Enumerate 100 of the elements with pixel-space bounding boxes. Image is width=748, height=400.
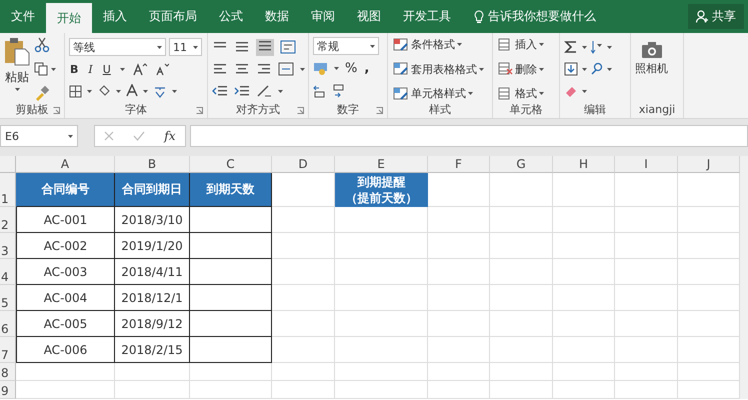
- style-menu-button[interactable]: 套用表格格式: [392, 62, 485, 76]
- align-bottom-icon[interactable]: [256, 38, 274, 52]
- grid-cell[interactable]: [190, 259, 272, 285]
- font-size-dropdown[interactable]: 11: [169, 38, 202, 56]
- decrease-indent-icon[interactable]: [212, 84, 228, 98]
- font-color-icon[interactable]: [126, 84, 138, 98]
- caret-icon[interactable]: [539, 92, 544, 95]
- row-header[interactable]: 4: [0, 259, 16, 285]
- cells-menu-button[interactable]: 删除: [497, 62, 545, 76]
- bold-button[interactable]: B: [69, 62, 80, 76]
- lightbulb-icon[interactable]: [474, 10, 484, 24]
- increase-indent-icon[interactable]: [234, 84, 250, 98]
- caret-icon[interactable]: [582, 46, 587, 48]
- row-header[interactable]: 2: [0, 207, 16, 233]
- grid-cell[interactable]: [190, 285, 272, 311]
- column-header[interactable]: A: [16, 156, 115, 173]
- table-format-icon[interactable]: [393, 62, 409, 76]
- clipboard-icon[interactable]: [4, 37, 30, 67]
- caret-icon[interactable]: [51, 68, 56, 70]
- enter-icon[interactable]: [133, 131, 146, 141]
- column-header[interactable]: J: [678, 156, 740, 173]
- align-middle-icon[interactable]: [234, 40, 250, 54]
- column-header[interactable]: C: [190, 156, 272, 173]
- column-header[interactable]: G: [490, 156, 553, 173]
- caret-icon[interactable]: [582, 90, 587, 92]
- tell-me-hint[interactable]: 告诉我你想要做什么: [488, 8, 596, 25]
- caret-icon[interactable]: [14, 88, 20, 91]
- caret-icon[interactable]: [120, 68, 125, 70]
- row-header[interactable]: 8: [0, 363, 16, 381]
- grid-cell[interactable]: [190, 233, 272, 259]
- decrease-decimal-icon[interactable]: [332, 84, 346, 98]
- ribbon-tab[interactable]: 文件: [0, 0, 46, 33]
- ribbon-tab[interactable]: 页面布局: [138, 0, 208, 33]
- caret-icon[interactable]: [607, 46, 612, 48]
- caret-icon[interactable]: [143, 90, 148, 92]
- ribbon-tab[interactable]: 数据: [254, 0, 300, 33]
- grid-cell[interactable]: [190, 311, 272, 337]
- text-angle-icon[interactable]: [256, 84, 272, 98]
- percent-button[interactable]: %: [344, 60, 358, 76]
- column-header[interactable]: E: [335, 156, 428, 173]
- cancel-icon[interactable]: [104, 131, 114, 141]
- share-button[interactable]: 共享: [688, 4, 744, 29]
- cells-menu-button[interactable]: 插入: [497, 37, 545, 52]
- caret-icon[interactable]: [193, 46, 198, 48]
- ribbon-tab[interactable]: 视图: [346, 0, 392, 33]
- column-header[interactable]: H: [553, 156, 615, 173]
- copy-icon[interactable]: [34, 62, 48, 76]
- caret-icon[interactable]: [607, 68, 612, 70]
- caret-icon[interactable]: [479, 68, 484, 70]
- column-header[interactable]: B: [115, 156, 190, 173]
- underline-button[interactable]: U: [102, 62, 112, 76]
- font-name-dropdown[interactable]: 等线: [69, 38, 166, 56]
- caret-icon[interactable]: [539, 43, 544, 46]
- sum-icon[interactable]: [564, 40, 578, 54]
- align-center-icon[interactable]: [234, 62, 250, 76]
- currency-icon[interactable]: [313, 61, 329, 75]
- cell-style-icon[interactable]: [393, 86, 409, 100]
- column-header[interactable]: F: [428, 156, 490, 173]
- align-left-icon[interactable]: [212, 62, 228, 76]
- ribbon-tab[interactable]: 插入: [92, 0, 138, 33]
- caret-icon[interactable]: [370, 44, 375, 48]
- dialog-launcher-icon[interactable]: [53, 107, 60, 114]
- row-header[interactable]: 5: [0, 285, 16, 311]
- cells-menu-button[interactable]: 格式: [497, 86, 545, 101]
- column-header[interactable]: I: [615, 156, 678, 173]
- row-header[interactable]: 7: [0, 337, 16, 363]
- scrollbar[interactable]: [740, 156, 748, 399]
- dialog-launcher-icon[interactable]: [376, 107, 383, 114]
- grid-cell[interactable]: [190, 337, 272, 363]
- caret-icon[interactable]: [539, 68, 544, 70]
- sort-icon[interactable]: [591, 40, 603, 54]
- name-box[interactable]: E6: [0, 125, 78, 147]
- caret-icon[interactable]: [278, 90, 283, 92]
- merge-cells-icon[interactable]: [278, 62, 294, 76]
- conditional-format-icon[interactable]: [393, 38, 409, 52]
- borders-icon[interactable]: [69, 84, 82, 98]
- paintbrush-icon[interactable]: [34, 85, 50, 101]
- row-header[interactable]: 3: [0, 233, 16, 259]
- caret-icon[interactable]: [582, 68, 587, 70]
- caret-icon[interactable]: [457, 43, 462, 46]
- dialog-launcher-icon[interactable]: [196, 107, 203, 114]
- comma-style-button[interactable]: ,: [363, 60, 370, 76]
- ribbon-tab[interactable]: 审阅: [300, 0, 346, 33]
- grow-font-icon[interactable]: [132, 62, 147, 76]
- grid-cell[interactable]: [190, 207, 272, 233]
- scissors-icon[interactable]: [34, 37, 50, 53]
- style-menu-button[interactable]: 单元格样式: [392, 86, 485, 101]
- ribbon-tab[interactable]: 公式: [208, 0, 254, 33]
- select-all-corner[interactable]: [0, 156, 16, 173]
- caret-icon[interactable]: [334, 66, 339, 70]
- italic-button[interactable]: I: [87, 62, 94, 76]
- increase-decimal-icon[interactable]: [313, 84, 327, 98]
- caret-icon[interactable]: [300, 68, 305, 70]
- number-format-dropdown[interactable]: 常规: [313, 37, 379, 55]
- delete-cells-icon[interactable]: [498, 62, 513, 76]
- align-right-icon[interactable]: [256, 62, 272, 76]
- caret-icon[interactable]: [116, 90, 121, 92]
- row-header[interactable]: 1: [0, 173, 16, 207]
- shrink-font-icon[interactable]: [154, 62, 169, 76]
- caret-icon[interactable]: [157, 46, 162, 48]
